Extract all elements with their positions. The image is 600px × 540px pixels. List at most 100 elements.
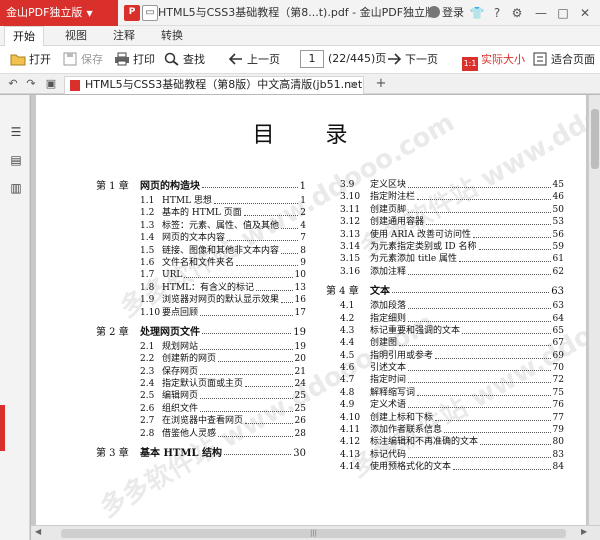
toc-entry[interactable]: 3.9 定义区块 45 <box>326 179 564 191</box>
toc-entry[interactable]: 3.16 添加注释 62 <box>326 266 564 278</box>
skin-icon[interactable]: 👕 <box>468 4 486 22</box>
toc-entry[interactable]: 1.9 浏览器对网页的默认显示效果 16 <box>96 294 306 306</box>
print-button[interactable]: 打印 <box>114 50 155 70</box>
toc-entry[interactable]: 2.7 在浏览器中查看网页 26 <box>96 415 306 427</box>
toc-chapter[interactable]: 第 1 章网页的构造块 1 <box>96 179 306 195</box>
toc-text: URL <box>162 270 183 281</box>
close-tab-icon[interactable]: × <box>349 77 358 93</box>
app-menu-button[interactable]: 金山PDF独立版 ▼ <box>0 0 118 26</box>
toc-entry[interactable]: 1.10 要点回顾 17 <box>96 307 306 319</box>
fit-page-icon <box>533 52 547 66</box>
toc-entry[interactable]: 4.4 创建图 67 <box>326 337 564 349</box>
toc-entry[interactable]: 1.7 URL 10 <box>96 269 306 281</box>
toc-page-number: 1 <box>300 196 306 206</box>
toc-entry[interactable]: 4.8 解释缩写词 75 <box>326 387 564 399</box>
toc-chapter[interactable]: 第 2 章处理网页文件 19 <box>96 325 306 341</box>
toc-page-number: 45 <box>552 180 564 190</box>
settings-icon[interactable]: ⚙ <box>508 4 526 22</box>
redo-icon[interactable]: ↷ <box>22 75 40 93</box>
page-number-input[interactable]: 1 <box>300 50 324 68</box>
toc-leader-dots <box>480 436 551 446</box>
toc-entry[interactable]: 4.13 标记代码 83 <box>326 449 564 461</box>
toc-text: 处理网页文件 <box>140 326 200 338</box>
toc-entry[interactable]: 2.8 借鉴他人灵感 28 <box>96 428 306 440</box>
toc-entry[interactable]: 3.14 为元素指定类别或 ID 名称 59 <box>326 241 564 253</box>
tab-convert[interactable]: 转换 <box>152 26 192 46</box>
toc-entry[interactable]: 2.6 组织文件 25 <box>96 403 306 415</box>
vertical-scrollbar[interactable] <box>588 95 600 525</box>
add-tab-icon[interactable]: + <box>372 75 390 93</box>
prev-page-button[interactable]: 上一页 <box>228 50 280 70</box>
toc-entry[interactable]: 1.6 文件名和文件夹名 9 <box>96 257 306 269</box>
toc-entry[interactable]: 1.5 链接、图像和其他非文本内容 8 <box>96 245 306 257</box>
close-icon[interactable]: ✕ <box>576 4 594 22</box>
fit-page-button[interactable]: 适合页面 <box>532 50 595 70</box>
toc-entry[interactable]: 1.4 网页的文本内容 7 <box>96 232 306 244</box>
next-page-button[interactable]: 下一页 <box>386 50 438 70</box>
toc-entry[interactable]: 3.11 创建页脚 50 <box>326 204 564 216</box>
tab-start[interactable]: 开始 <box>4 26 44 47</box>
toc-entry[interactable]: 2.3 保存网页 21 <box>96 366 306 378</box>
toc-chapter[interactable]: 第 3 章基本 HTML 结构 30 <box>96 446 306 462</box>
toc-entry[interactable]: 4.3 标记重要和强调的文本 65 <box>326 325 564 337</box>
vertical-scroll-thumb[interactable] <box>591 109 599 169</box>
toc-entry[interactable]: 4.12 标注编辑和不再准确的文本 80 <box>326 436 564 448</box>
toc-entry[interactable]: 4.6 引述文本 70 <box>326 362 564 374</box>
toc-number: 4.7 <box>340 375 355 386</box>
toc-entry[interactable]: 3.10 指定附注栏 46 <box>326 191 564 203</box>
toc-entry[interactable]: 3.15 为元素添加 title 属性 61 <box>326 253 564 265</box>
undo-icon[interactable]: ↶ <box>4 75 22 93</box>
login-button[interactable]: 登录 <box>428 0 464 26</box>
maximize-icon[interactable]: □ <box>554 4 572 22</box>
toc-entry[interactable]: 4.1 添加段落 63 <box>326 300 564 312</box>
toc-page-number: 80 <box>552 437 564 448</box>
toc-page-number: 84 <box>552 462 564 473</box>
minimize-icon[interactable]: — <box>532 4 550 22</box>
find-label: 查找 <box>183 53 205 66</box>
toc-entry[interactable]: 4.5 指明引用或参考 69 <box>326 350 564 362</box>
toc-entry[interactable]: 2.1 规划网站 19 <box>96 341 306 353</box>
scroll-right-icon[interactable]: ▶ <box>581 527 587 536</box>
toc-number: 1.5 <box>140 245 155 256</box>
horizontal-scrollbar[interactable]: ◀ ||| ▶ <box>31 525 600 540</box>
sidebar-collapse-handle[interactable] <box>0 405 5 451</box>
horizontal-scroll-thumb[interactable]: ||| <box>61 529 566 538</box>
tab-annotate[interactable]: 注释 <box>104 26 144 46</box>
save-small-icon[interactable]: ▣ <box>42 75 60 93</box>
save-button[interactable]: 保存 <box>62 50 103 70</box>
toc-entry[interactable]: 3.13 使用 ARIA 改善可访问性 56 <box>326 229 564 241</box>
left-sidebar: ☰ ▤ ▥ <box>0 95 30 540</box>
toc-entry[interactable]: 1.3 标签：元素、属性、值及其他 4 <box>96 220 306 232</box>
thumbnails-icon[interactable]: ▥ <box>9 181 23 195</box>
open-label: 打开 <box>29 53 51 66</box>
toc-entry[interactable]: 4.11 添加作者联系信息 79 <box>326 424 564 436</box>
scroll-left-icon[interactable]: ◀ <box>35 527 41 536</box>
help-icon[interactable]: ? <box>488 4 506 22</box>
new-tab-icon[interactable]: ▭ <box>142 5 158 21</box>
outline-icon[interactable]: ☰ <box>9 125 23 139</box>
toc-leader-dots <box>214 195 298 204</box>
toc-entry[interactable]: 1.1 HTML 思想 1 <box>96 195 306 207</box>
toc-entry[interactable]: 3.12 创建通用容器 53 <box>326 216 564 228</box>
find-button[interactable]: 查找 <box>164 50 205 70</box>
tab-view[interactable]: 视图 <box>56 26 96 46</box>
toc-text: 指定默认页面或主页 <box>162 379 244 390</box>
actual-size-button[interactable]: 1:1 实际大小 <box>462 50 525 71</box>
toc-entry[interactable]: 4.10 创建上标和下标 77 <box>326 412 564 424</box>
toc-entry[interactable]: 4.9 定义术语 76 <box>326 399 564 411</box>
toc-entry[interactable]: 1.2 基本的 HTML 页面 2 <box>96 207 306 219</box>
toc-entry[interactable]: 4.14 使用预格式化的文本 84 <box>326 461 564 473</box>
toc-entry[interactable]: 2.4 指定默认页面或主页 24 <box>96 378 306 390</box>
toc-entry[interactable]: 2.5 编辑网页 25 <box>96 390 306 402</box>
toc-chapter[interactable]: 第 4 章文本 63 <box>326 284 564 300</box>
open-button[interactable]: 打开 <box>10 50 51 70</box>
toc-leader-dots <box>408 374 551 384</box>
comments-icon[interactable]: ▤ <box>9 153 23 167</box>
ribbon-tabs: 开始 视图 注释 转换 <box>0 26 600 47</box>
toc-entry[interactable]: 4.7 指定时间 72 <box>326 374 564 386</box>
document-tab[interactable]: HTML5与CSS3基础教程（第8版）中文高清版(jb51.net).pdf × <box>64 76 364 94</box>
toc-entry[interactable]: 1.8 HTML：有含义的标记 13 <box>96 282 306 294</box>
toc-text: 标记代码 <box>370 449 407 460</box>
toc-entry[interactable]: 4.2 指定细则 64 <box>326 313 564 325</box>
toc-entry[interactable]: 2.2 创建新的网页 20 <box>96 353 306 365</box>
